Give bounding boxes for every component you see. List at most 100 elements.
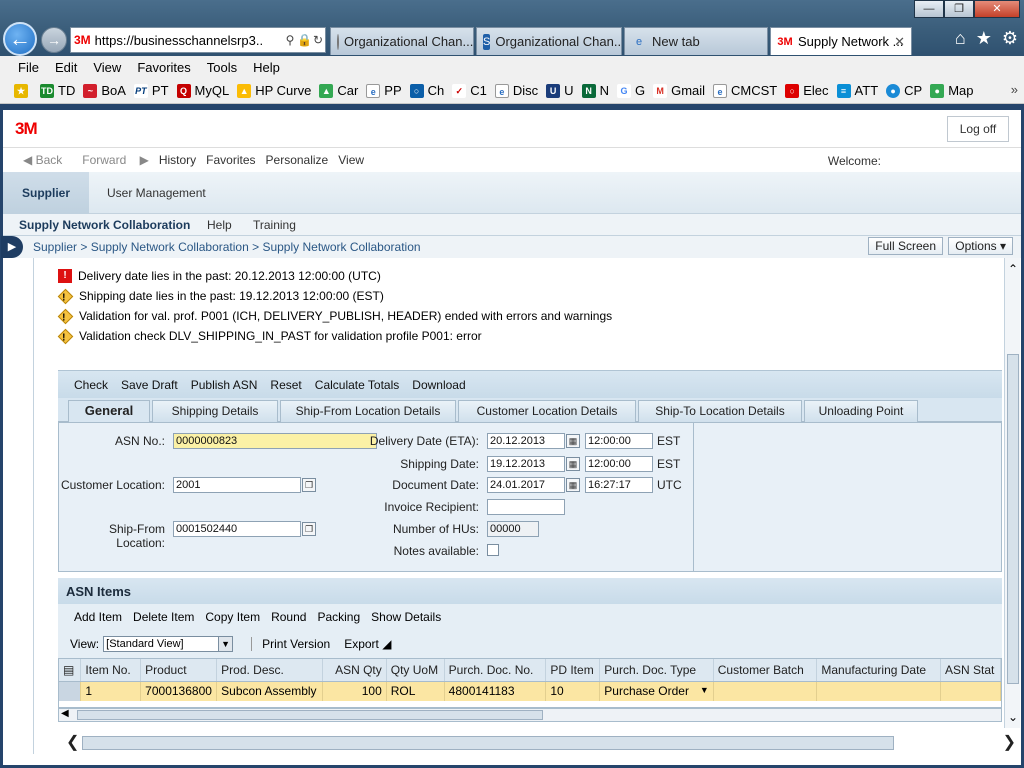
show-details-button[interactable]: Show Details [371,610,441,624]
asn-no-field[interactable]: 0000000823 [173,433,377,449]
favorite-item[interactable]: GG [616,83,645,98]
address-bar[interactable]: 3M https://businesschannelsrp3.. ⚲ 🔒 ↻ [70,27,326,53]
document-date-field[interactable]: 24.01.2017 [487,477,565,493]
back-button[interactable]: ← [3,22,37,56]
tab-customer-location-details[interactable]: Customer Location Details [458,400,636,422]
document-time-field[interactable]: 16:27:17 [585,477,653,493]
tab-shipping-details[interactable]: Shipping Details [152,400,278,422]
favorite-item[interactable]: ▲ HP Curve [237,83,311,98]
chevron-up-icon[interactable]: ⌃ [1005,262,1021,276]
favorite-item[interactable]: e PP [366,83,402,98]
favorite-item[interactable]: ○ Ch [409,83,444,98]
reset-button[interactable]: Reset [270,378,301,392]
gear-icon[interactable]: ⚙ [1002,28,1018,49]
column-header[interactable]: ASN Qty [322,659,387,682]
value-help-icon[interactable]: ❐ [302,478,316,492]
calendar-icon[interactable]: ▦ [566,457,580,471]
calendar-icon[interactable]: ▦ [566,478,580,492]
address-url[interactable]: https://businesschannelsrp3.. [95,33,283,48]
table-settings-icon[interactable]: ▤ [59,659,82,682]
table-horizontal-scrollbar[interactable]: ◀ [58,708,1002,722]
browser-tab[interactable]: Organizational Chan... [330,27,474,55]
history-back-link[interactable]: ◀ Back [23,153,72,167]
calculate-totals-button[interactable]: Calculate Totals [315,378,400,392]
menu-file[interactable]: File [0,60,49,75]
favorite-item[interactable]: ○ Elec [785,83,829,98]
options-button[interactable]: Options ▾ [948,237,1013,255]
tab-supplier[interactable]: Supplier [3,172,89,214]
customer-location-field[interactable]: 2001 [173,477,301,493]
delete-item-button[interactable]: Delete Item [133,610,194,624]
copy-item-button[interactable]: Copy Item [205,610,260,624]
download-button[interactable]: Download [412,378,465,392]
home-icon[interactable]: ⌂ [955,28,966,49]
favorite-item[interactable]: ● CP [886,83,922,98]
page-horizontal-scrollbar[interactable]: ❮ ❯ [66,732,1020,752]
favorite-item[interactable]: ● Map [930,83,974,98]
column-header[interactable]: Customer Batch [713,659,818,682]
scrollbar-thumb[interactable] [1007,354,1019,684]
history-forward-link[interactable]: Forward ▶ [82,153,149,167]
personalize-link[interactable]: Personalize [266,153,329,167]
export-button[interactable]: Export ◢ [344,637,391,651]
full-screen-button[interactable]: Full Screen [868,237,943,255]
favorite-item[interactable]: TD TD [40,83,75,98]
menu-view[interactable]: View [87,60,131,75]
chevron-down-icon[interactable]: ⌄ [1005,710,1021,724]
delivery-date-field[interactable]: 20.12.2013 [487,433,565,449]
close-tab-icon[interactable]: ✕ [894,34,905,50]
favorite-item[interactable]: UU [546,83,574,98]
row-selector[interactable] [59,681,82,701]
shipping-date-field[interactable]: 19.12.2013 [487,456,565,472]
favorite-item[interactable]: ≡ ATT [836,83,878,98]
table-row[interactable]: 1 7000136800 Subcon Assembly 100 ROL 480… [59,681,1001,701]
refresh-icon[interactable]: ↻ [311,33,325,47]
favorite-item[interactable]: e CMCST [713,83,777,98]
purch-doc-type-select[interactable]: Purchase Order ▼ [599,681,714,701]
menu-favorites[interactable]: Favorites [131,60,200,75]
column-header[interactable]: PD Item [545,659,601,682]
round-button[interactable]: Round [271,610,306,624]
table-cell[interactable]: 100 [322,681,387,701]
tab-user-management[interactable]: User Management [91,172,222,214]
packing-button[interactable]: Packing [317,610,360,624]
tab-help[interactable]: Help [207,218,232,232]
notes-available-checkbox[interactable] [487,544,499,556]
favorite-item[interactable]: M Gmail [653,83,705,98]
table-cell[interactable] [816,681,941,701]
star-icon[interactable]: ★ [976,28,992,49]
chevron-down-icon[interactable]: ▼ [700,685,709,695]
favorite-item[interactable]: NN [581,83,609,98]
chevron-right-icon[interactable]: ❯ [1003,732,1016,752]
save-draft-button[interactable]: Save Draft [121,378,178,392]
add-item-button[interactable]: Add Item [74,610,122,624]
page-vertical-scrollbar[interactable]: ⌃ ⌄ [1004,258,1020,728]
delivery-time-field[interactable]: 12:00:00 [585,433,653,449]
scrollbar-thumb[interactable] [82,736,894,750]
invoice-recipient-field[interactable] [487,499,565,515]
menu-edit[interactable]: Edit [49,60,87,75]
scrollbar-thumb[interactable] [77,710,543,720]
favorite-item[interactable]: ✓ C1 [452,83,487,98]
minimize-button[interactable]: — [914,0,944,18]
tab-training[interactable]: Training [253,218,296,232]
scroll-left-icon[interactable]: ◀ [61,708,69,719]
forward-button[interactable]: → [41,27,67,53]
favorite-item[interactable]: ▲ Car [319,83,358,98]
favorite-item[interactable]: e Disc [494,83,538,98]
navigation-panel-toggle-icon[interactable]: ▶ [1,236,23,258]
menu-help[interactable]: Help [247,60,290,75]
chevron-left-icon[interactable]: ❮ [66,732,79,752]
close-window-button[interactable]: ✕ [974,0,1020,18]
column-header[interactable]: Purch. Doc. Type [599,659,714,682]
chevron-right-icon[interactable]: » [1011,82,1018,97]
chevron-down-icon[interactable]: ▼ [218,637,233,651]
column-header[interactable]: Product [140,659,218,682]
column-header[interactable]: Item No. [80,659,142,682]
column-header[interactable]: Qty UoM [386,659,445,682]
search-icon[interactable]: ⚲ [283,33,297,47]
favorite-item[interactable]: ~ BoA [83,83,126,98]
tab-supply-network-collaboration[interactable]: Supply Network Collaboration [19,218,190,232]
calendar-icon[interactable]: ▦ [566,434,580,448]
favorite-item[interactable]: Q MyQL [176,83,229,98]
